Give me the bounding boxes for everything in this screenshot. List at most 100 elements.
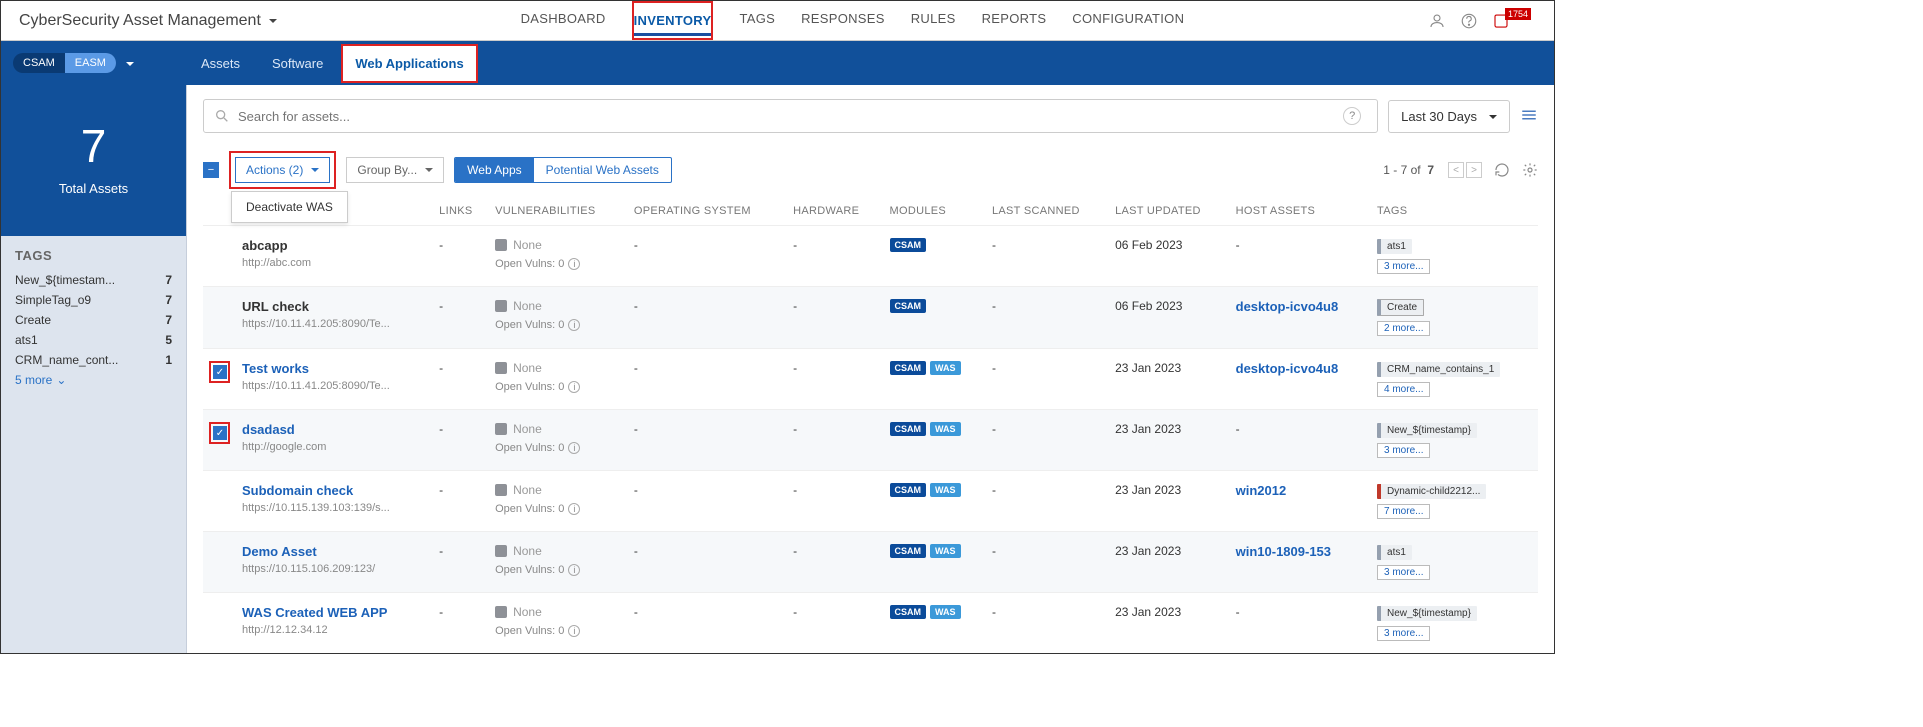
asset-name[interactable]: Demo Asset (242, 544, 427, 559)
table-row[interactable]: ✓Test workshttps://10.11.41.205:8090/Te.… (203, 349, 1538, 410)
nav-tags[interactable]: TAGS (739, 1, 775, 40)
nav-rules[interactable]: RULES (911, 1, 956, 40)
row-checkbox[interactable]: ✓ (213, 365, 227, 379)
info-icon[interactable]: i (568, 625, 580, 637)
actions-menu-deactivate-was[interactable]: Deactivate WAS (246, 200, 333, 214)
row-checkbox[interactable]: ✓ (213, 426, 227, 440)
table-row[interactable]: Demo Assethttps://10.115.106.209:123/-No… (203, 532, 1538, 593)
nav-reports[interactable]: REPORTS (982, 1, 1047, 40)
hamburger-icon[interactable] (1520, 106, 1538, 127)
info-icon[interactable]: i (568, 319, 580, 331)
sidebar-tag-row[interactable]: CRM_name_cont...1 (15, 353, 172, 367)
host-link[interactable]: win2012 (1236, 483, 1287, 498)
chevron-down-icon (423, 163, 433, 177)
tag-chip[interactable]: CRM_name_contains_1 (1377, 362, 1500, 377)
module-toggle[interactable]: CSAM EASM (13, 53, 116, 73)
sidebar-tag-row[interactable]: New_${timestam...7 (15, 273, 172, 287)
page-prev-icon[interactable]: < (1448, 162, 1464, 178)
info-icon[interactable]: i (568, 381, 580, 393)
table-row[interactable]: abcapphttp://abc.com-NoneOpen Vulns: 0i-… (203, 226, 1538, 287)
col-last-updated[interactable]: LAST UPDATED (1109, 197, 1230, 226)
nav-configuration[interactable]: CONFIGURATION (1072, 1, 1184, 40)
sidebar-tag-row[interactable]: ats15 (15, 333, 172, 347)
info-icon[interactable]: i (568, 503, 580, 515)
col-modules[interactable]: MODULES (884, 197, 986, 226)
tag-chip[interactable]: Dynamic-child2212... (1377, 484, 1486, 499)
col-last-scanned[interactable]: LAST SCANNED (986, 197, 1109, 226)
tag-chip[interactable]: ats1 (1377, 545, 1412, 560)
asset-name[interactable]: abcapp (242, 238, 427, 253)
cell-hw: - (787, 532, 883, 593)
col-tags[interactable]: TAGS (1371, 197, 1538, 226)
asset-name[interactable]: Subdomain check (242, 483, 427, 498)
tags-more-button[interactable]: 7 more... (1377, 504, 1430, 519)
actions-button[interactable]: Actions (2) (235, 157, 330, 183)
tag-chip[interactable]: ats1 (1377, 239, 1412, 254)
tags-more-button[interactable]: 3 more... (1377, 259, 1430, 274)
tag-chip[interactable]: Create (1377, 299, 1424, 316)
app-title[interactable]: CyberSecurity Asset Management (19, 12, 277, 30)
col-links[interactable]: LINKS (433, 197, 489, 226)
severity-square-icon (495, 606, 507, 618)
col-hw[interactable]: HARDWARE (787, 197, 883, 226)
tags-more-button[interactable]: 3 more... (1377, 565, 1430, 580)
sidebar-more-tags[interactable]: 5 more ⌄ (15, 373, 172, 387)
toggle-easm[interactable]: EASM (65, 53, 116, 73)
nav-dashboard[interactable]: DASHBOARD (521, 1, 606, 40)
info-icon[interactable]: i (568, 442, 580, 454)
table-row[interactable]: URL check https://10.11.41.205:8090/Te...… (203, 287, 1538, 349)
col-host[interactable]: HOST ASSETS (1230, 197, 1371, 226)
range-total: 7 (1427, 163, 1434, 177)
tag-chip[interactable]: New_${timestamp} (1377, 606, 1477, 621)
gear-icon[interactable] (1522, 162, 1538, 178)
tags-heading: TAGS (15, 248, 172, 263)
table-row[interactable]: ✓dsadasdhttp://google.com-NoneOpen Vulns… (203, 410, 1538, 471)
search-input[interactable] (238, 109, 1343, 124)
tags-more-button[interactable]: 3 more... (1377, 443, 1430, 458)
asset-name[interactable]: Test works (242, 361, 427, 376)
date-filter[interactable]: Last 30 Days (1388, 100, 1510, 133)
help-icon[interactable] (1460, 12, 1478, 30)
cell-links: - (433, 471, 489, 532)
seg-web-apps[interactable]: Web Apps (455, 158, 533, 182)
tab-assets[interactable]: Assets (187, 44, 254, 83)
asset-url: https://10.11.41.205:8090/Te... (242, 318, 427, 330)
date-filter-label: Last 30 Days (1401, 109, 1477, 124)
info-icon[interactable]: i (568, 564, 580, 576)
page-next-icon[interactable]: > (1466, 162, 1482, 178)
groupby-button[interactable]: Group By... (346, 157, 444, 183)
sidebar-tag-row[interactable]: Create7 (15, 313, 172, 327)
asset-name[interactable]: dsadasd (242, 422, 427, 437)
host-link[interactable]: win10-1809-153 (1236, 544, 1331, 559)
nav-responses[interactable]: RESPONSES (801, 1, 885, 40)
tab-software[interactable]: Software (258, 44, 337, 83)
info-icon[interactable]: i (568, 258, 580, 270)
cell-last-updated: 23 Jan 2023 (1109, 349, 1230, 410)
user-icon[interactable] (1428, 12, 1446, 30)
tag-chip[interactable]: New_${timestamp} (1377, 423, 1477, 438)
col-os[interactable]: OPERATING SYSTEM (628, 197, 787, 226)
chevron-down-icon[interactable] (124, 56, 134, 71)
host-link[interactable]: desktop-icvo4u8 (1236, 361, 1339, 376)
tags-more-button[interactable]: 2 more... (1377, 321, 1430, 336)
select-all-checkbox[interactable]: − (203, 162, 219, 178)
table-row[interactable]: Subdomain checkhttps://10.115.139.103:13… (203, 471, 1538, 532)
body-area: 7 Total Assets TAGS New_${timestam...7Si… (1, 85, 1554, 653)
refresh-icon[interactable] (1494, 162, 1510, 178)
asset-name[interactable]: WAS Created WEB APP (242, 605, 427, 620)
tab-web-applications[interactable]: Web Applications (341, 44, 477, 83)
seg-potential[interactable]: Potential Web Assets (534, 158, 671, 182)
nav-inventory[interactable]: INVENTORY (632, 1, 714, 40)
search-box[interactable]: ? (203, 99, 1378, 133)
search-help-icon[interactable]: ? (1343, 107, 1361, 125)
tags-more-button[interactable]: 4 more... (1377, 382, 1430, 397)
host-link[interactable]: desktop-icvo4u8 (1236, 299, 1339, 314)
col-vuln[interactable]: VULNERABILITIES (489, 197, 628, 226)
sidebar-tag-row[interactable]: SimpleTag_o97 (15, 293, 172, 307)
cell-links: - (433, 349, 489, 410)
bell-icon[interactable]: 1754 (1492, 12, 1536, 30)
asset-name[interactable]: URL check (242, 299, 427, 314)
tags-more-button[interactable]: 3 more... (1377, 626, 1430, 641)
toggle-csam[interactable]: CSAM (13, 53, 65, 73)
table-row[interactable]: WAS Created WEB APPhttp://12.12.34.12-No… (203, 593, 1538, 654)
